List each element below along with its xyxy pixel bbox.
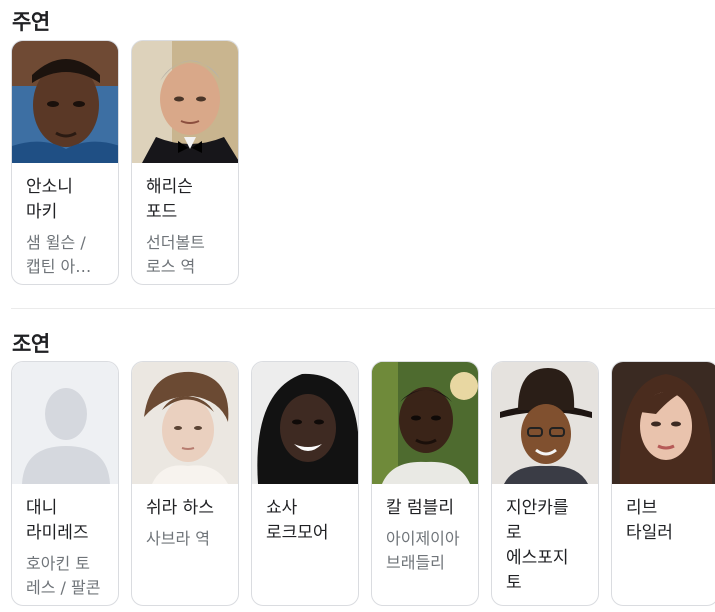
actor-photo: [492, 362, 598, 484]
actor-name: 쇼사 로크모어: [266, 498, 329, 543]
section-heading-supporting-cast: 조연: [12, 332, 50, 356]
actor-name: 칼 럼블리: [386, 498, 454, 518]
character-role: 호아킨 토레스 / 팔콘: [26, 554, 101, 597]
cast-card-anthony-mackie[interactable]: 안소니 마키 샘 윌슨 / 캡틴 아메리카: [11, 40, 119, 285]
actor-photo: [132, 362, 238, 484]
actor-photo: [612, 362, 715, 484]
character-role: 아이제이아 브래들리: [386, 529, 460, 572]
actor-name: 대니 라미레즈: [26, 498, 89, 543]
cast-card-shira-haas[interactable]: 쉬라 하스 사브라 역: [131, 361, 239, 606]
actor-photo: [132, 41, 238, 163]
cast-card-danny-ramirez[interactable]: 대니 라미레즈 호아킨 토레스 / 팔콘: [11, 361, 119, 606]
person-placeholder-icon: [12, 362, 118, 484]
actor-name: 지안카를로 에스포지토: [506, 498, 569, 593]
actor-photo: [252, 362, 358, 484]
character-role: 선더볼트 로스 역: [146, 233, 205, 276]
character-role: 사브라 역: [146, 529, 210, 548]
character-role: 샘 윌슨 / 캡틴 아메리카: [26, 233, 90, 276]
cast-card-harrison-ford[interactable]: 해리슨 포드 선더볼트 로스 역: [131, 40, 239, 285]
section-heading-main-cast: 주연: [12, 10, 50, 34]
main-cast-row: 안소니 마키 샘 윌슨 / 캡틴 아메리카 해리슨 포드 선더볼트 로스 역: [11, 40, 239, 285]
actor-name: 쉬라 하스: [146, 498, 214, 518]
actor-photo: [12, 41, 118, 163]
cast-card-giancarlo-esposito[interactable]: 지안카를로 에스포지토: [491, 361, 599, 606]
cast-card-carl-lumbly[interactable]: 칼 럼블리 아이제이아 브래들리: [371, 361, 479, 606]
actor-name: 안소니 마키: [26, 177, 73, 222]
cast-card-liv-tyler[interactable]: 리브 타일러: [611, 361, 715, 606]
actor-name: 해리슨 포드: [146, 177, 193, 222]
supporting-cast-row: 대니 라미레즈 호아킨 토레스 / 팔콘 쉬라 하스 사브라 역 쇼사 로크모어…: [11, 361, 715, 606]
actor-photo: [372, 362, 478, 484]
actor-name: 리브 타일러: [626, 498, 673, 543]
cast-card-xosha-roquemore[interactable]: 쇼사 로크모어: [251, 361, 359, 606]
section-divider: [11, 308, 715, 309]
